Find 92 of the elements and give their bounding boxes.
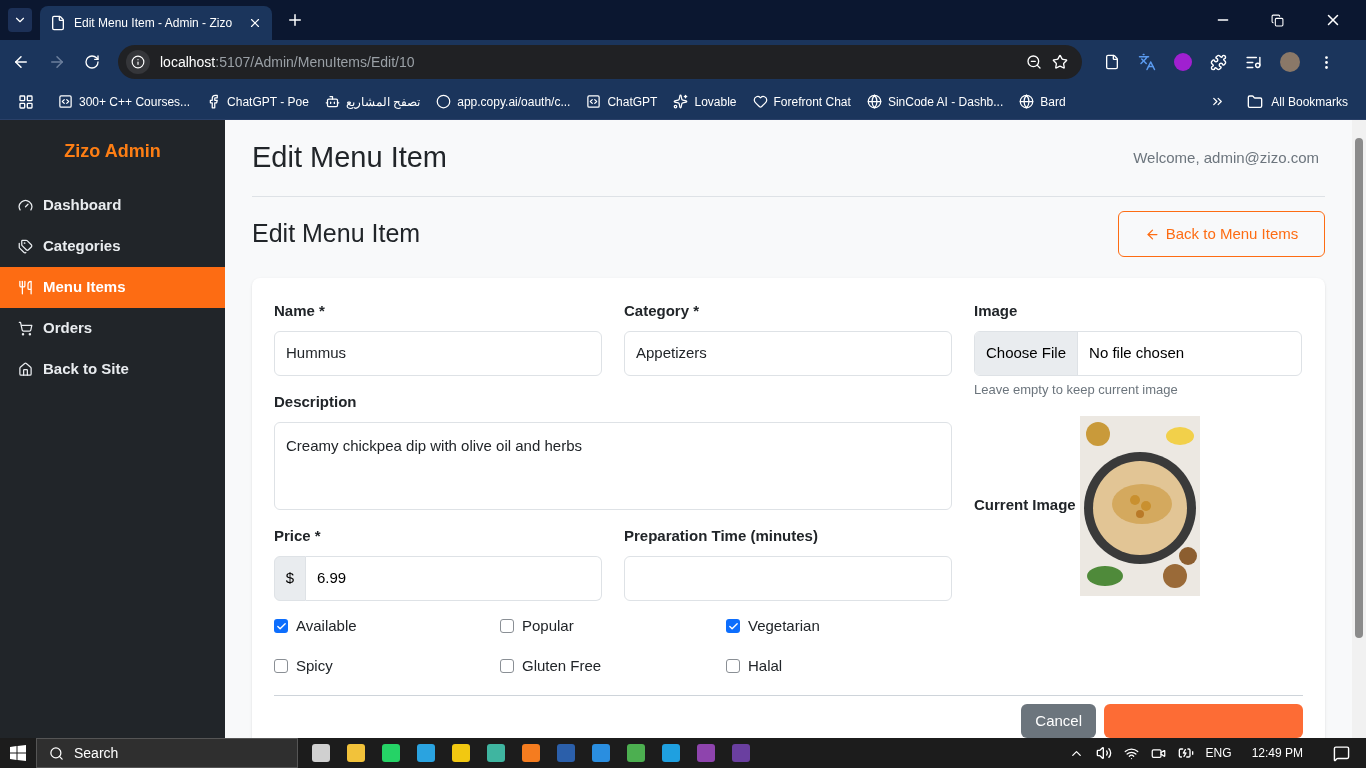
checkbox[interactable]: Gluten Free	[500, 655, 726, 677]
checkbox-box[interactable]	[500, 619, 514, 633]
welcome-text: Welcome, admin@zizo.com	[1133, 147, 1319, 168]
currency-addon: $	[274, 556, 306, 601]
folder-icon	[1247, 93, 1264, 110]
forward-icon[interactable]	[48, 53, 66, 71]
apps-icon[interactable]	[18, 93, 34, 110]
field-label: Image	[974, 301, 1019, 321]
language-indicator[interactable]: ENG	[1205, 744, 1232, 762]
app-icon	[586, 94, 602, 109]
checkbox-box[interactable]	[500, 659, 514, 673]
browser-tab[interactable]: Edit Menu Item - Admin - Zizo	[40, 6, 272, 40]
checkbox[interactable]: Popular	[500, 615, 726, 637]
field-label: Price *	[274, 526, 322, 546]
ring-icon	[436, 94, 452, 109]
bookmark[interactable]: SinCode AI - Dashb...	[866, 92, 1004, 111]
check-icon	[727, 620, 739, 632]
bookmark[interactable]: تصفح المشاريع	[324, 92, 421, 111]
price-field[interactable]: 6.99	[306, 556, 602, 601]
home-icon	[18, 362, 33, 377]
windows-icon	[10, 745, 26, 761]
address-bar[interactable]: localhost:5107/Admin/MenuItems/Edit/10	[118, 45, 1082, 79]
puzzle-icon[interactable]	[1210, 53, 1227, 71]
checkbox-box[interactable]	[726, 619, 740, 633]
volume-icon[interactable]	[1095, 745, 1112, 761]
bookmark[interactable]: ChatGPT	[586, 92, 658, 111]
new-tab-icon[interactable]	[286, 11, 304, 29]
note-icon[interactable]	[1104, 54, 1120, 70]
checkbox[interactable]: Halal	[726, 655, 952, 677]
sidebar-item[interactable]: Orders	[0, 308, 225, 349]
cancel-button[interactable]: Cancel	[1021, 704, 1096, 738]
battery-icon[interactable]	[1177, 745, 1194, 761]
reload-icon[interactable]	[84, 54, 100, 70]
avatar-icon[interactable]	[1280, 52, 1300, 72]
cart-icon	[18, 321, 33, 336]
restore-icon[interactable]	[1271, 13, 1284, 27]
field-label: Current Image	[974, 495, 1076, 516]
field-label: Name *	[274, 301, 326, 321]
tag-icon	[18, 239, 33, 254]
dashboard-icon	[18, 198, 33, 213]
checkbox-box[interactable]	[726, 659, 740, 673]
page-title: Edit Menu Item	[252, 218, 421, 250]
bookmark[interactable]: app.copy.ai/oauth/c...	[436, 92, 571, 111]
prep-time-field[interactable]	[624, 556, 952, 601]
field-label: Preparation Time (minutes)	[624, 526, 819, 546]
search-icon	[49, 745, 64, 761]
choose-file-button[interactable]: Choose File	[975, 332, 1079, 375]
file-status: No file chosen	[1088, 343, 1186, 364]
check-icon	[275, 620, 287, 632]
category-select[interactable]: Appetizers	[624, 331, 952, 376]
code-icon	[58, 94, 73, 109]
heart-icon	[752, 94, 768, 109]
sidebar-item[interactable]: Dashboard	[0, 185, 225, 226]
description-field[interactable]: Creamy chickpea dip with olive oil and herbs	[274, 422, 952, 510]
wifi-icon[interactable]	[1123, 745, 1139, 761]
bookmark[interactable]: Forefront Chat	[752, 92, 851, 111]
checkbox[interactable]: Vegetarian	[726, 615, 952, 637]
zoom-icon[interactable]	[1026, 54, 1042, 70]
bookmark[interactable]: 300+ C++ Courses...	[58, 92, 191, 111]
bookmark[interactable]: Bard	[1019, 92, 1066, 111]
checkbox-box[interactable]	[274, 659, 288, 673]
robot-icon	[324, 94, 340, 109]
globe-icon	[1019, 94, 1035, 109]
translate-icon[interactable]	[1138, 53, 1156, 71]
notifications-icon[interactable]	[1333, 744, 1350, 762]
close-icon	[248, 16, 262, 30]
checkbox[interactable]: Spicy	[274, 655, 500, 677]
bookmark[interactable]: ChatGPT - Poe	[206, 92, 309, 111]
info-icon	[131, 55, 145, 69]
name-field[interactable]: Hummus	[274, 331, 602, 376]
page-icon	[50, 15, 66, 31]
checkbox[interactable]: Available	[274, 615, 500, 637]
all-bookmarks[interactable]: All Bookmarks	[1247, 92, 1348, 111]
sidebar-item[interactable]: Back to Site	[0, 349, 225, 390]
field-label: Description	[274, 392, 358, 412]
utensils-icon	[18, 280, 33, 295]
tab-list-button[interactable]	[8, 8, 32, 32]
scrollbar[interactable]	[1352, 120, 1366, 738]
hint-text: Leave empty to keep current image	[974, 381, 1179, 399]
header-title: Edit Menu Item	[252, 140, 448, 176]
file-input[interactable]: Choose File No file chosen	[974, 331, 1302, 376]
url-text: localhost:5107/Admin/MenuItems/Edit/10	[160, 52, 416, 72]
globe-icon	[866, 94, 882, 109]
taskbar-search[interactable]: Search	[36, 738, 298, 768]
brand-title: Zizo Admin	[63, 140, 162, 163]
star-icon[interactable]	[1052, 54, 1068, 70]
checkbox-box[interactable]	[274, 619, 288, 633]
bookmark[interactable]: Lovable	[673, 92, 737, 111]
sidebar-item[interactable]: Categories	[0, 226, 225, 267]
back-icon[interactable]	[12, 53, 30, 71]
field-label: Category *	[624, 301, 701, 321]
clock[interactable]: 12:49 PM	[1251, 744, 1303, 762]
